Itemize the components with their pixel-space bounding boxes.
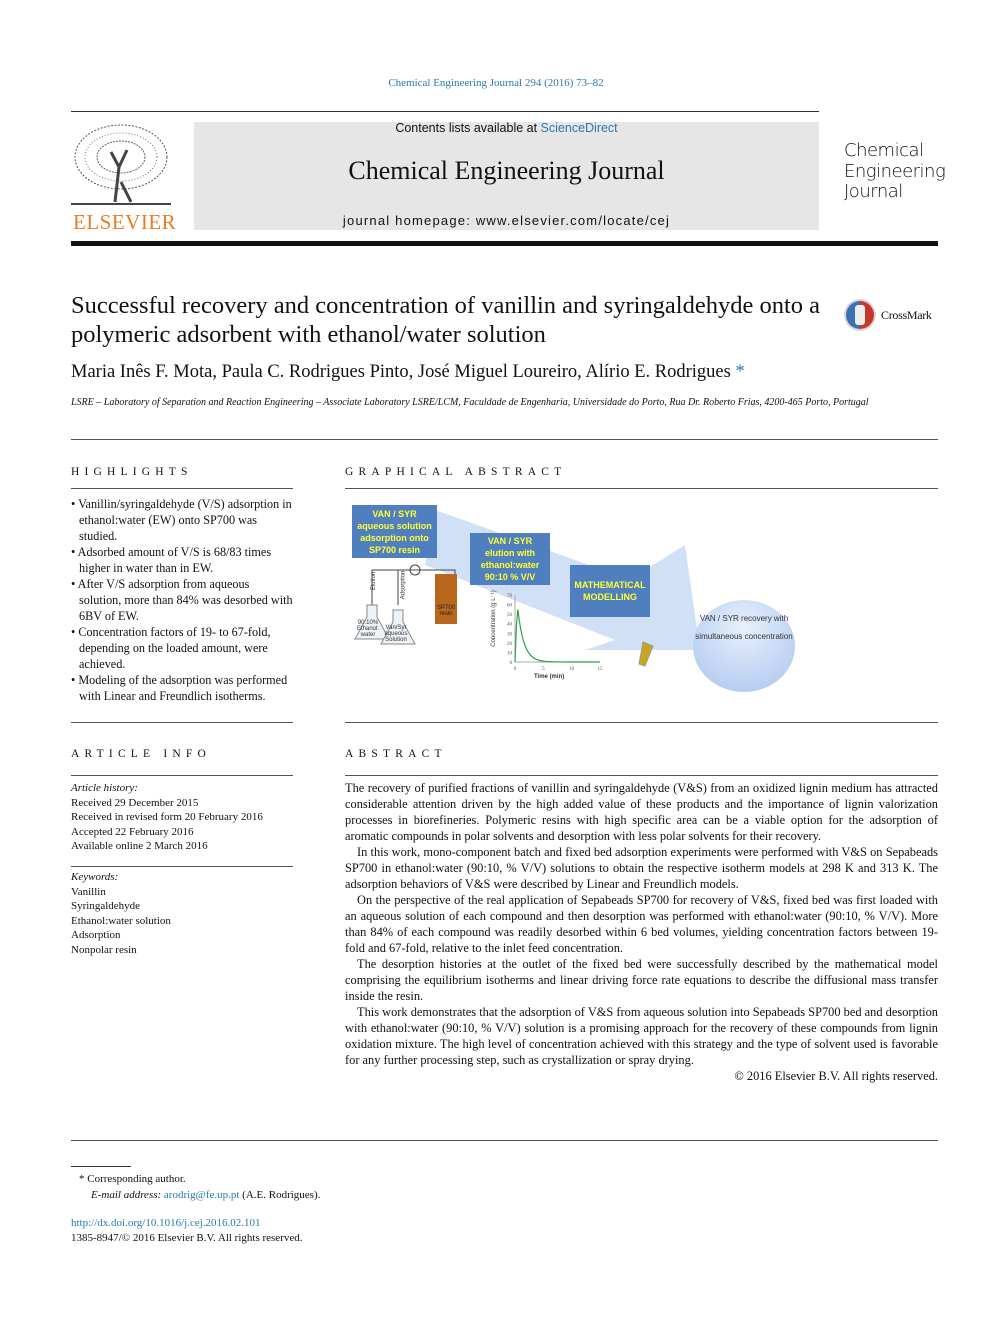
abstract-paragraph: This work demonstrates that the adsorpti…	[345, 1005, 938, 1067]
chart-y-label: Concentration (g L⁻¹)	[490, 590, 497, 647]
crossmark-button[interactable]: CrossMark	[843, 298, 932, 332]
article-title: Successful recovery and concentration of…	[71, 292, 821, 348]
email-label: E-mail address:	[91, 1189, 162, 1201]
journal-citation[interactable]: Chemical Engineering Journal 294 (2016) …	[0, 77, 992, 89]
crossmark-icon	[844, 299, 876, 331]
highlights-list: Vanillin/syringaldehyde (V/S) adsorption…	[71, 496, 293, 704]
keyword: Ethanol:water solution	[71, 914, 171, 927]
y-tick-label: 40	[507, 623, 513, 628]
footnote: * Corresponding author. E-mail address: …	[71, 1171, 320, 1203]
author-list: Maria Inês F. Mota, Paula C. Rodrigues P…	[71, 362, 745, 383]
x-tick-label: 10	[569, 667, 575, 672]
divider	[71, 111, 819, 112]
keywords-label: Keywords:	[71, 871, 119, 883]
divider	[71, 775, 293, 776]
highlight-item: Modeling of the adsorption was performed…	[71, 672, 293, 704]
abstract-body: The recovery of purified fractions of va…	[345, 780, 938, 1084]
elsevier-wordmark: ELSEVIER	[73, 210, 177, 234]
adsorption-label: Adsorption	[400, 570, 407, 600]
sciencedirect-link[interactable]: ScienceDirect	[541, 121, 618, 135]
model-curve	[514, 609, 600, 663]
doi-link[interactable]: http://dx.doi.org/10.1016/j.cej.2016.02.…	[71, 1217, 261, 1229]
chart-x-label: Time (min)	[534, 674, 565, 680]
y-tick-label: 10	[507, 651, 513, 656]
crossmark-label: CrossMark	[881, 307, 932, 322]
footnote-divider	[71, 1166, 131, 1167]
divider	[345, 722, 938, 723]
ga-box-elution: VAN / SYR elution with ethanol:water 90:…	[470, 533, 550, 585]
graphical-abstract-heading: GRAPHICAL ABSTRACT	[345, 466, 567, 478]
contents-line: Contents lists available at ScienceDirec…	[194, 121, 819, 135]
contents-prefix: Contents lists available at	[395, 121, 541, 135]
abstract-copyright: © 2016 Elsevier B.V. All rights reserved…	[734, 1069, 938, 1083]
elution-label: Elution	[371, 571, 378, 591]
corresponding-author-mark[interactable]: *	[735, 362, 744, 382]
journal-homepage[interactable]: journal homepage: www.elsevier.com/locat…	[194, 213, 819, 228]
history-label: Article history:	[71, 782, 138, 794]
corresponding-author: Corresponding author.	[87, 1173, 186, 1185]
divider	[71, 722, 293, 723]
y-tick-label: 0	[510, 661, 513, 666]
x-tick-label: 15	[598, 667, 604, 672]
column-label: SP700 resin	[436, 605, 455, 617]
history-item: Accepted 22 February 2016	[71, 825, 194, 838]
x-tick-label: 5	[542, 667, 545, 672]
ga-box-adsorption: VAN / SYR aqueous solution adsorption on…	[352, 505, 437, 558]
email-link[interactable]: arodrig@fe.up.pt	[164, 1189, 240, 1201]
divider	[71, 439, 938, 440]
cover-line: Chemical	[844, 140, 924, 161]
y-tick-label: 70	[507, 594, 513, 599]
divider	[71, 866, 293, 867]
abstract-paragraph: On the perspective of the real applicati…	[345, 893, 938, 955]
cover-line: Journal	[844, 181, 903, 202]
graphical-abstract: VAN / SYR aqueous solution adsorption on…	[345, 500, 805, 700]
abstract-paragraph: The desorption histories at the outlet o…	[345, 957, 938, 1003]
affiliation: LSRE – Laboratory of Separation and Reac…	[71, 397, 869, 408]
journal-title: Chemical Engineering Journal	[348, 156, 665, 185]
highlights-heading: HIGHLIGHTS	[71, 466, 193, 478]
flask-ethanol-label: 90:10% Ethanol: water	[356, 620, 380, 638]
history-item: Available online 2 March 2016	[71, 840, 208, 852]
issn-copyright: 1385-8947/© 2016 Elsevier B.V. All right…	[71, 1231, 303, 1244]
article-history: Article history: Received 29 December 20…	[71, 781, 263, 854]
authors: Maria Inês F. Mota, Paula C. Rodrigues P…	[71, 362, 731, 382]
y-tick-label: 30	[507, 632, 513, 637]
article-info-heading: ARTICLE INFO	[71, 748, 211, 760]
keyword: Adsorption	[71, 929, 121, 941]
divider	[345, 488, 938, 489]
keyword: Vanillin	[71, 885, 106, 898]
history-item: Received 29 December 2015	[71, 796, 199, 809]
footnote-mark: *	[79, 1173, 85, 1185]
keywords: Keywords: Vanillin Syringaldehyde Ethano…	[71, 870, 171, 957]
ga-desorption-chart: 0 10 20 30 40 50 60 70 0 5 10 15	[507, 594, 604, 672]
divider	[345, 775, 938, 776]
doi-block: http://dx.doi.org/10.1016/j.cej.2016.02.…	[71, 1216, 303, 1245]
highlight-item: After V/S adsorption from aqueous soluti…	[71, 576, 293, 624]
journal-cover-logo: Chemical Engineering Journal	[844, 140, 946, 203]
header-divider	[71, 241, 938, 246]
abstract-paragraph: In this work, mono-component batch and f…	[345, 845, 938, 891]
cover-line: Engineering	[844, 160, 946, 182]
highlight-item: Concentration factors of 19- to 67-fold,…	[71, 624, 293, 672]
keyword: Nonpolar resin	[71, 943, 137, 956]
flask-aqueous-label: Van/Syr aqueous Solution	[384, 625, 408, 643]
highlight-item: Adsorbed amount of V/S is 68/83 times hi…	[71, 544, 293, 576]
divider	[71, 1140, 938, 1141]
highlight-item: Vanillin/syringaldehyde (V/S) adsorption…	[71, 496, 293, 544]
abstract-heading: ABSTRACT	[345, 748, 447, 760]
y-tick-label: 50	[507, 613, 513, 618]
x-tick-label: 0	[514, 667, 517, 672]
divider	[71, 488, 293, 489]
email-suffix: (A.E. Rodrigues).	[242, 1189, 321, 1201]
keyword: Syringaldehyde	[71, 900, 141, 912]
ga-recovery-circle: VAN / SYR recovery with simultaneous con…	[693, 600, 795, 692]
abstract-paragraph: The recovery of purified fractions of va…	[345, 781, 938, 843]
y-tick-label: 60	[507, 604, 513, 609]
history-item: Received in revised form 20 February 201…	[71, 811, 263, 823]
vial-icon	[638, 641, 654, 667]
y-tick-label: 20	[507, 642, 513, 647]
